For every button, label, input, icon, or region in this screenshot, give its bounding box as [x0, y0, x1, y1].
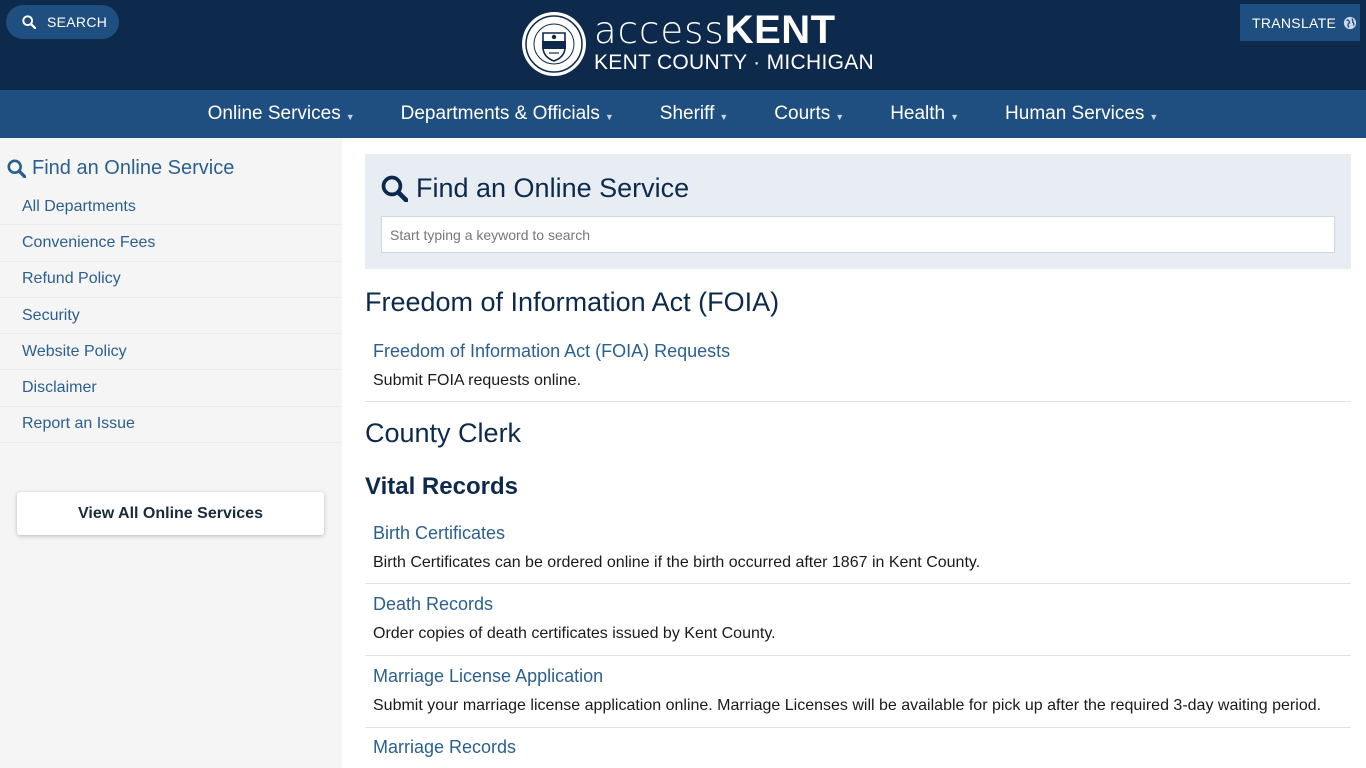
sidebar-item-all-departments[interactable]: All Departments: [0, 189, 342, 226]
nav-label: Online Services: [207, 103, 341, 124]
page-title-label: Find an Online Service: [416, 173, 690, 203]
sidebar-item-security[interactable]: Security: [0, 298, 342, 335]
sidebar-item-refund-policy[interactable]: Refund Policy: [0, 262, 342, 298]
sidebar-title[interactable]: Find an Online Service: [7, 157, 234, 180]
translate-button-label: TRANSLATE: [1252, 14, 1337, 31]
nav-item-departments[interactable]: Departments & Officials ▼: [401, 103, 614, 125]
death-records-link[interactable]: Death Records: [373, 594, 493, 615]
service-search-panel: Find an Online Service: [365, 154, 1351, 269]
translate-button[interactable]: TRANSLATE: [1240, 4, 1360, 41]
sidebar: Find an Online Service All Departments C…: [0, 138, 342, 768]
sidebar-menu: All Departments Convenience Fees Refund …: [0, 189, 342, 444]
section-heading-foia: Freedom of Information Act (FOIA): [365, 287, 780, 317]
marriage-records-link[interactable]: Marriage Records: [373, 737, 516, 758]
page-title: Find an Online Service: [381, 173, 689, 204]
nav-label: Health: [890, 103, 946, 124]
nav-item-courts[interactable]: Courts ▼: [774, 103, 844, 125]
list-item: Birth Certificates Birth Certificates ca…: [365, 523, 1351, 584]
logo-wordmark: accessKENT: [594, 8, 874, 53]
foia-requests-link[interactable]: Freedom of Information Act (FOIA) Reques…: [373, 341, 730, 362]
service-search-input[interactable]: [381, 216, 1335, 253]
header-search-button[interactable]: SEARCH: [6, 5, 119, 39]
view-all-services-button[interactable]: View All Online Services: [17, 492, 324, 535]
sidebar-item-report-issue[interactable]: Report an Issue: [0, 407, 342, 444]
caret-down-icon: ▼: [604, 112, 614, 122]
birth-certificates-link[interactable]: Birth Certificates: [373, 523, 505, 544]
caret-down-icon: ▼: [950, 112, 960, 122]
entry-description: Birth Certificates can be ordered online…: [373, 554, 981, 571]
sidebar-item-disclaimer[interactable]: Disclaimer: [0, 370, 342, 407]
site-logo[interactable]: accessKENT KENT COUNTY · MICHIGAN: [594, 8, 874, 73]
caret-down-icon: ▼: [345, 112, 355, 122]
logo-subtitle: KENT COUNTY · MICHIGAN: [594, 51, 875, 74]
nav-label: Human Services: [1005, 103, 1145, 124]
logo-bold-text: KENT: [724, 8, 836, 52]
nav-item-sheriff[interactable]: Sheriff ▼: [660, 103, 729, 125]
search-icon: [381, 175, 408, 202]
list-item: Death Records Order copies of death cert…: [365, 594, 1351, 656]
main-navigation: Online Services ▼ Departments & Officials…: [0, 90, 1366, 138]
globe-icon: [1344, 16, 1357, 29]
list-item: Marriage License Application Submit your…: [365, 666, 1351, 728]
entry-description: Submit FOIA requests online.: [373, 372, 582, 389]
nav-label: Sheriff: [659, 103, 715, 124]
site-header: SEARCH accessKENT KENT COUNTY · MICHIGAN…: [0, 0, 1366, 90]
nav-item-human-services[interactable]: Human Services ▼: [1005, 103, 1158, 125]
caret-down-icon: ▼: [1149, 112, 1159, 122]
subheading-vital-records: Vital Records: [365, 473, 518, 500]
county-seal-icon[interactable]: [521, 11, 587, 77]
marriage-license-link[interactable]: Marriage License Application: [373, 666, 603, 687]
nav-item-online-services[interactable]: Online Services ▼: [208, 103, 355, 125]
sidebar-item-convenience-fees[interactable]: Convenience Fees: [0, 225, 342, 262]
nav-label: Departments & Officials: [400, 103, 600, 124]
entry-description: Submit your marriage license application…: [373, 697, 1322, 714]
search-icon: [7, 159, 26, 178]
sidebar-title-label: Find an Online Service: [32, 157, 235, 179]
section-heading-county-clerk: County Clerk: [365, 418, 522, 448]
nav-label: Courts: [774, 103, 831, 124]
list-item: Freedom of Information Act (FOIA) Reques…: [365, 341, 1351, 402]
caret-down-icon: ▼: [719, 112, 729, 122]
sidebar-item-website-policy[interactable]: Website Policy: [0, 334, 342, 371]
search-button-label: SEARCH: [47, 14, 108, 30]
nav-item-health[interactable]: Health ▼: [890, 103, 959, 125]
search-icon: [22, 15, 36, 29]
logo-light-text: access: [594, 9, 725, 52]
list-item: Marriage Records: [365, 737, 1351, 768]
caret-down-icon: ▼: [835, 112, 845, 122]
entry-description: Order copies of death certificates issue…: [373, 625, 776, 642]
